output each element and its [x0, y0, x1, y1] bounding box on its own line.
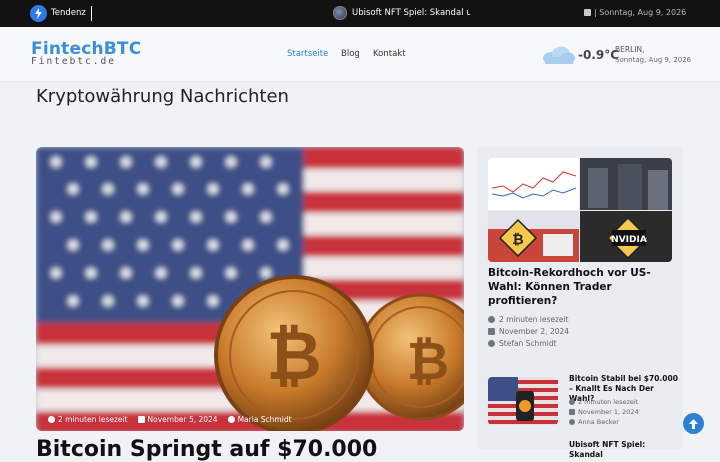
clock-icon — [48, 416, 55, 423]
cloud-icon — [543, 46, 575, 64]
calendar-icon — [584, 9, 591, 16]
trending-label: Tendenz — [51, 8, 86, 18]
sidebar-main-date: November 2, 2024 — [488, 327, 569, 336]
nav-startseite[interactable]: Startseite — [287, 49, 328, 59]
sidebar-main-article-title[interactable]: Bitcoin-Rekordhoch vor US-Wahl: Können T… — [488, 266, 668, 308]
hero-date-text: November 5, 2024 — [147, 415, 218, 424]
svg-text:NVIDIA: NVIDIA — [611, 235, 647, 245]
sidebar-main-author-text: Stefan Schmidt — [499, 339, 557, 348]
hero-article-meta: 2 minuten lesezeit November 5, 2024 Mari… — [48, 415, 292, 424]
user-icon — [569, 419, 575, 425]
trending-bolt-icon — [30, 5, 47, 22]
hero-date: November 5, 2024 — [137, 415, 218, 424]
hero-author[interactable]: Maria Schmidt — [227, 415, 292, 424]
nav-kontakt[interactable]: Kontakt — [373, 49, 406, 59]
usa-flag-bitcoin-illustration: ₿ ₿ — [36, 147, 464, 431]
sidebar-item-title[interactable]: Ubisoft NFT Spiel: Skandal — [569, 440, 679, 460]
user-icon — [227, 416, 235, 423]
weather-temperature: -0.9°C — [578, 48, 620, 62]
sidebar-item-date: November 1, 2024 — [569, 408, 639, 416]
hero-author-text: Maria Schmidt — [237, 415, 292, 424]
scroll-to-top-button[interactable] — [683, 413, 704, 434]
sidebar-item-author-text: Anna Becker — [578, 418, 619, 426]
hero-read-time: 2 minuten lesezeit — [48, 415, 128, 424]
top-date: | Sonntag, Aug 9, 2026 — [594, 8, 687, 17]
svg-text:₿: ₿ — [266, 317, 321, 396]
page-title: Kryptowährung Nachrichten — [36, 86, 289, 107]
sidebar-main-read-time-text: 2 minuten lesezeit — [499, 315, 569, 324]
nav-blog[interactable]: Blog — [341, 49, 360, 59]
svg-text:₿: ₿ — [512, 232, 523, 248]
sidebar-item-date-text: November 1, 2024 — [578, 408, 639, 416]
ticker-news-link[interactable]: Ubisoft NFT Spiel: Skandal um NFT-Spiel — [352, 8, 470, 18]
sidebar-item-read-time-text: 2 minuten lesezeit — [578, 398, 639, 406]
calendar-icon — [137, 416, 145, 423]
site-header: FintechBTC Fintebtc.de Startseite Blog K… — [0, 27, 720, 82]
hero-read-time-text: 2 minuten lesezeit — [58, 415, 128, 424]
sidebar-main-read-time: 2 minuten lesezeit — [488, 315, 569, 324]
sidebar-featured: ₿ NVIDIA Bitcoin-Rekordhoch vor US-Wahl:… — [477, 147, 683, 459]
clock-icon — [569, 399, 575, 405]
sidebar-item-image[interactable] — [488, 377, 558, 425]
user-icon — [488, 340, 495, 347]
site-logo-subtitle: Fintebtc.de — [31, 56, 116, 67]
sidebar-item-read-time: 2 minuten lesezeit — [569, 398, 638, 406]
weather-city: BERLIN, — [615, 45, 645, 54]
svg-text:₿: ₿ — [407, 332, 449, 392]
sidebar-main-article-image[interactable]: ₿ NVIDIA — [488, 158, 672, 262]
clock-icon — [488, 316, 495, 323]
sidebar-main-author[interactable]: Stefan Schmidt — [488, 339, 556, 348]
divider — [91, 6, 92, 21]
calendar-icon — [488, 328, 495, 335]
ticker-news-thumbnail[interactable] — [333, 6, 347, 20]
calendar-icon — [569, 409, 575, 415]
sidebar-item-author[interactable]: Anna Becker — [569, 418, 619, 426]
usa-flag-phone-illustration — [488, 377, 558, 425]
arrow-up-icon — [689, 418, 698, 429]
top-bar: Tendenz Ubisoft NFT Spiel: Skandal um NF… — [0, 0, 720, 27]
weather-date: Sonntag, Aug 9, 2026 — [615, 56, 692, 64]
sidebar-main-date-text: November 2, 2024 — [499, 327, 570, 336]
collage-illustration: ₿ NVIDIA — [488, 158, 672, 262]
hero-article-image[interactable]: ₿ ₿ 2 minuten lesezeit November 5, 2024 … — [36, 147, 464, 431]
